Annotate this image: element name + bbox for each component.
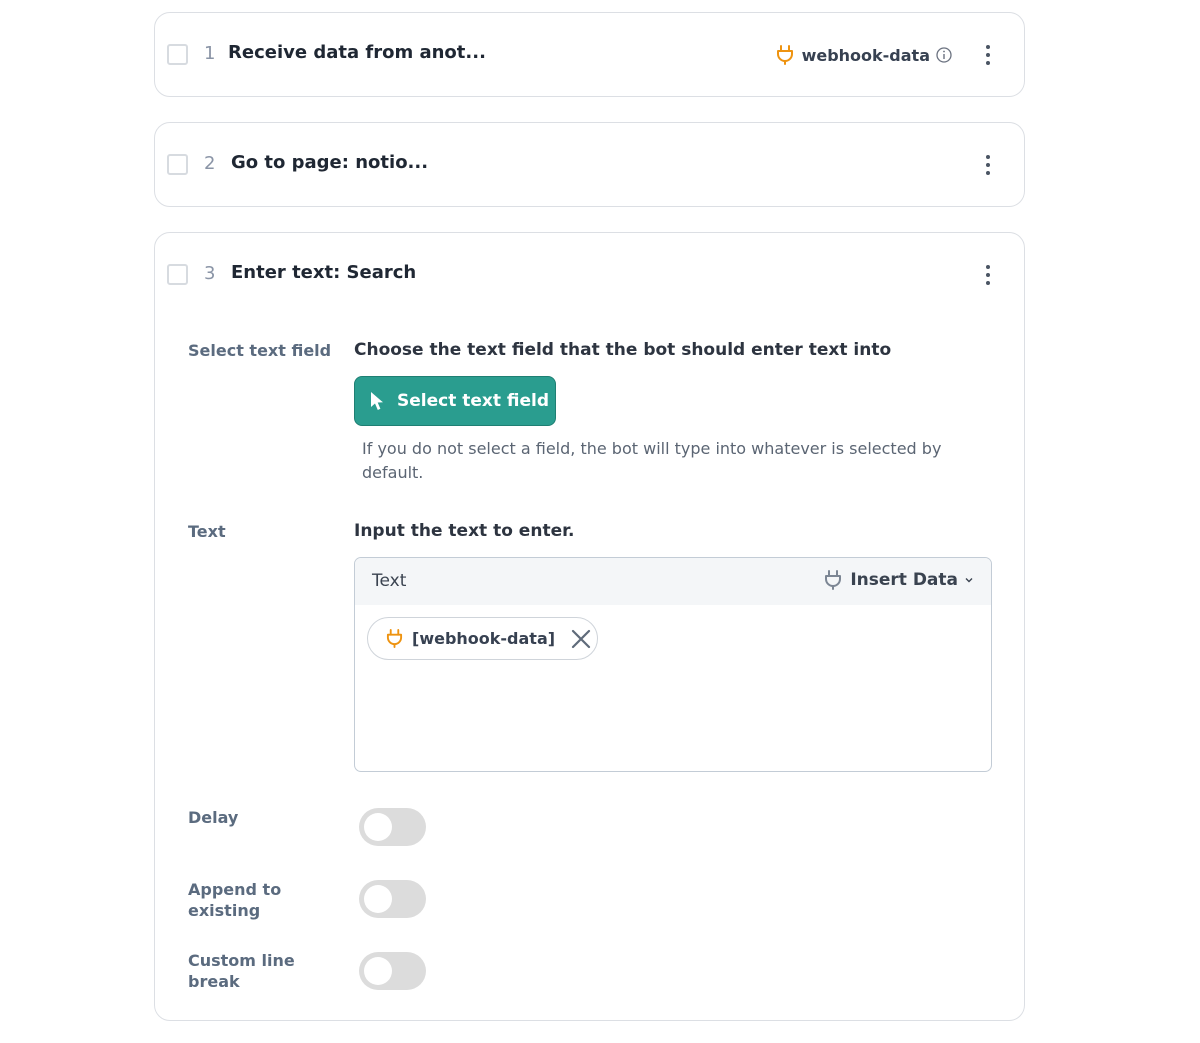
step-title: Receive data from anot... [228, 42, 486, 63]
step-card-3: 3 Enter text: Search Select text field C… [154, 232, 1025, 1021]
step-checkbox[interactable] [167, 44, 188, 65]
variable-tag-label: webhook-data [801, 45, 930, 65]
step-checkbox[interactable] [167, 264, 188, 285]
step-header[interactable]: 1 Receive data from anot... webhook-data [155, 13, 1024, 97]
insert-data-label: Insert Data [850, 570, 958, 590]
custom-line-break-toggle[interactable] [359, 952, 426, 990]
delay-toggle[interactable] [359, 808, 426, 846]
kebab-menu-icon[interactable] [985, 263, 991, 287]
plug-icon [825, 570, 842, 590]
select-text-field-description: Choose the text field that the bot shoul… [354, 340, 892, 360]
step-card-2: 2 Go to page: notio... [154, 122, 1025, 207]
select-text-field-hint: If you do not select a field, the bot wi… [362, 439, 942, 482]
step-number: 1 [204, 43, 216, 64]
data-chip[interactable]: [webhook-data] [367, 617, 598, 660]
step-header[interactable]: 3 Enter text: Search [155, 233, 1024, 317]
text-input-box[interactable]: Text Insert Data [webhook-data] [354, 557, 992, 772]
step-title: Go to page: notio... [231, 152, 429, 173]
text-field-description: Input the text to enter. [354, 521, 575, 541]
step-checkbox[interactable] [167, 154, 188, 175]
plug-icon [386, 629, 403, 648]
plug-icon [776, 45, 793, 65]
step-number: 2 [204, 153, 216, 174]
delay-label: Delay [188, 808, 239, 827]
kebab-menu-icon[interactable] [985, 43, 991, 67]
text-box-title: Text [372, 571, 407, 591]
chevron-down-icon [965, 578, 973, 583]
step-number: 3 [204, 263, 216, 284]
text-box-header: Text Insert Data [355, 558, 991, 605]
info-icon[interactable] [936, 47, 952, 63]
data-chip-label: [webhook-data] [412, 629, 556, 648]
select-text-field-label: Select text field [188, 341, 332, 360]
append-to-existing-toggle[interactable] [359, 880, 426, 918]
insert-data-dropdown[interactable]: Insert Data [824, 570, 974, 590]
custom-line-break-label: Custom line break [188, 951, 295, 991]
cursor-icon [371, 392, 383, 410]
append-to-existing-label: Append to existing [188, 880, 282, 920]
select-text-field-button[interactable]: Select text field [354, 376, 556, 426]
step-card-1: 1 Receive data from anot... webhook-data [154, 12, 1025, 97]
step-header[interactable]: 2 Go to page: notio... [155, 123, 1024, 207]
text-field-label: Text [188, 522, 226, 541]
variable-tag[interactable]: webhook-data [776, 43, 952, 67]
select-text-field-button-label: Select text field [397, 391, 550, 411]
step-title: Enter text: Search [231, 262, 417, 283]
kebab-menu-icon[interactable] [985, 153, 991, 177]
close-icon[interactable] [571, 629, 591, 649]
